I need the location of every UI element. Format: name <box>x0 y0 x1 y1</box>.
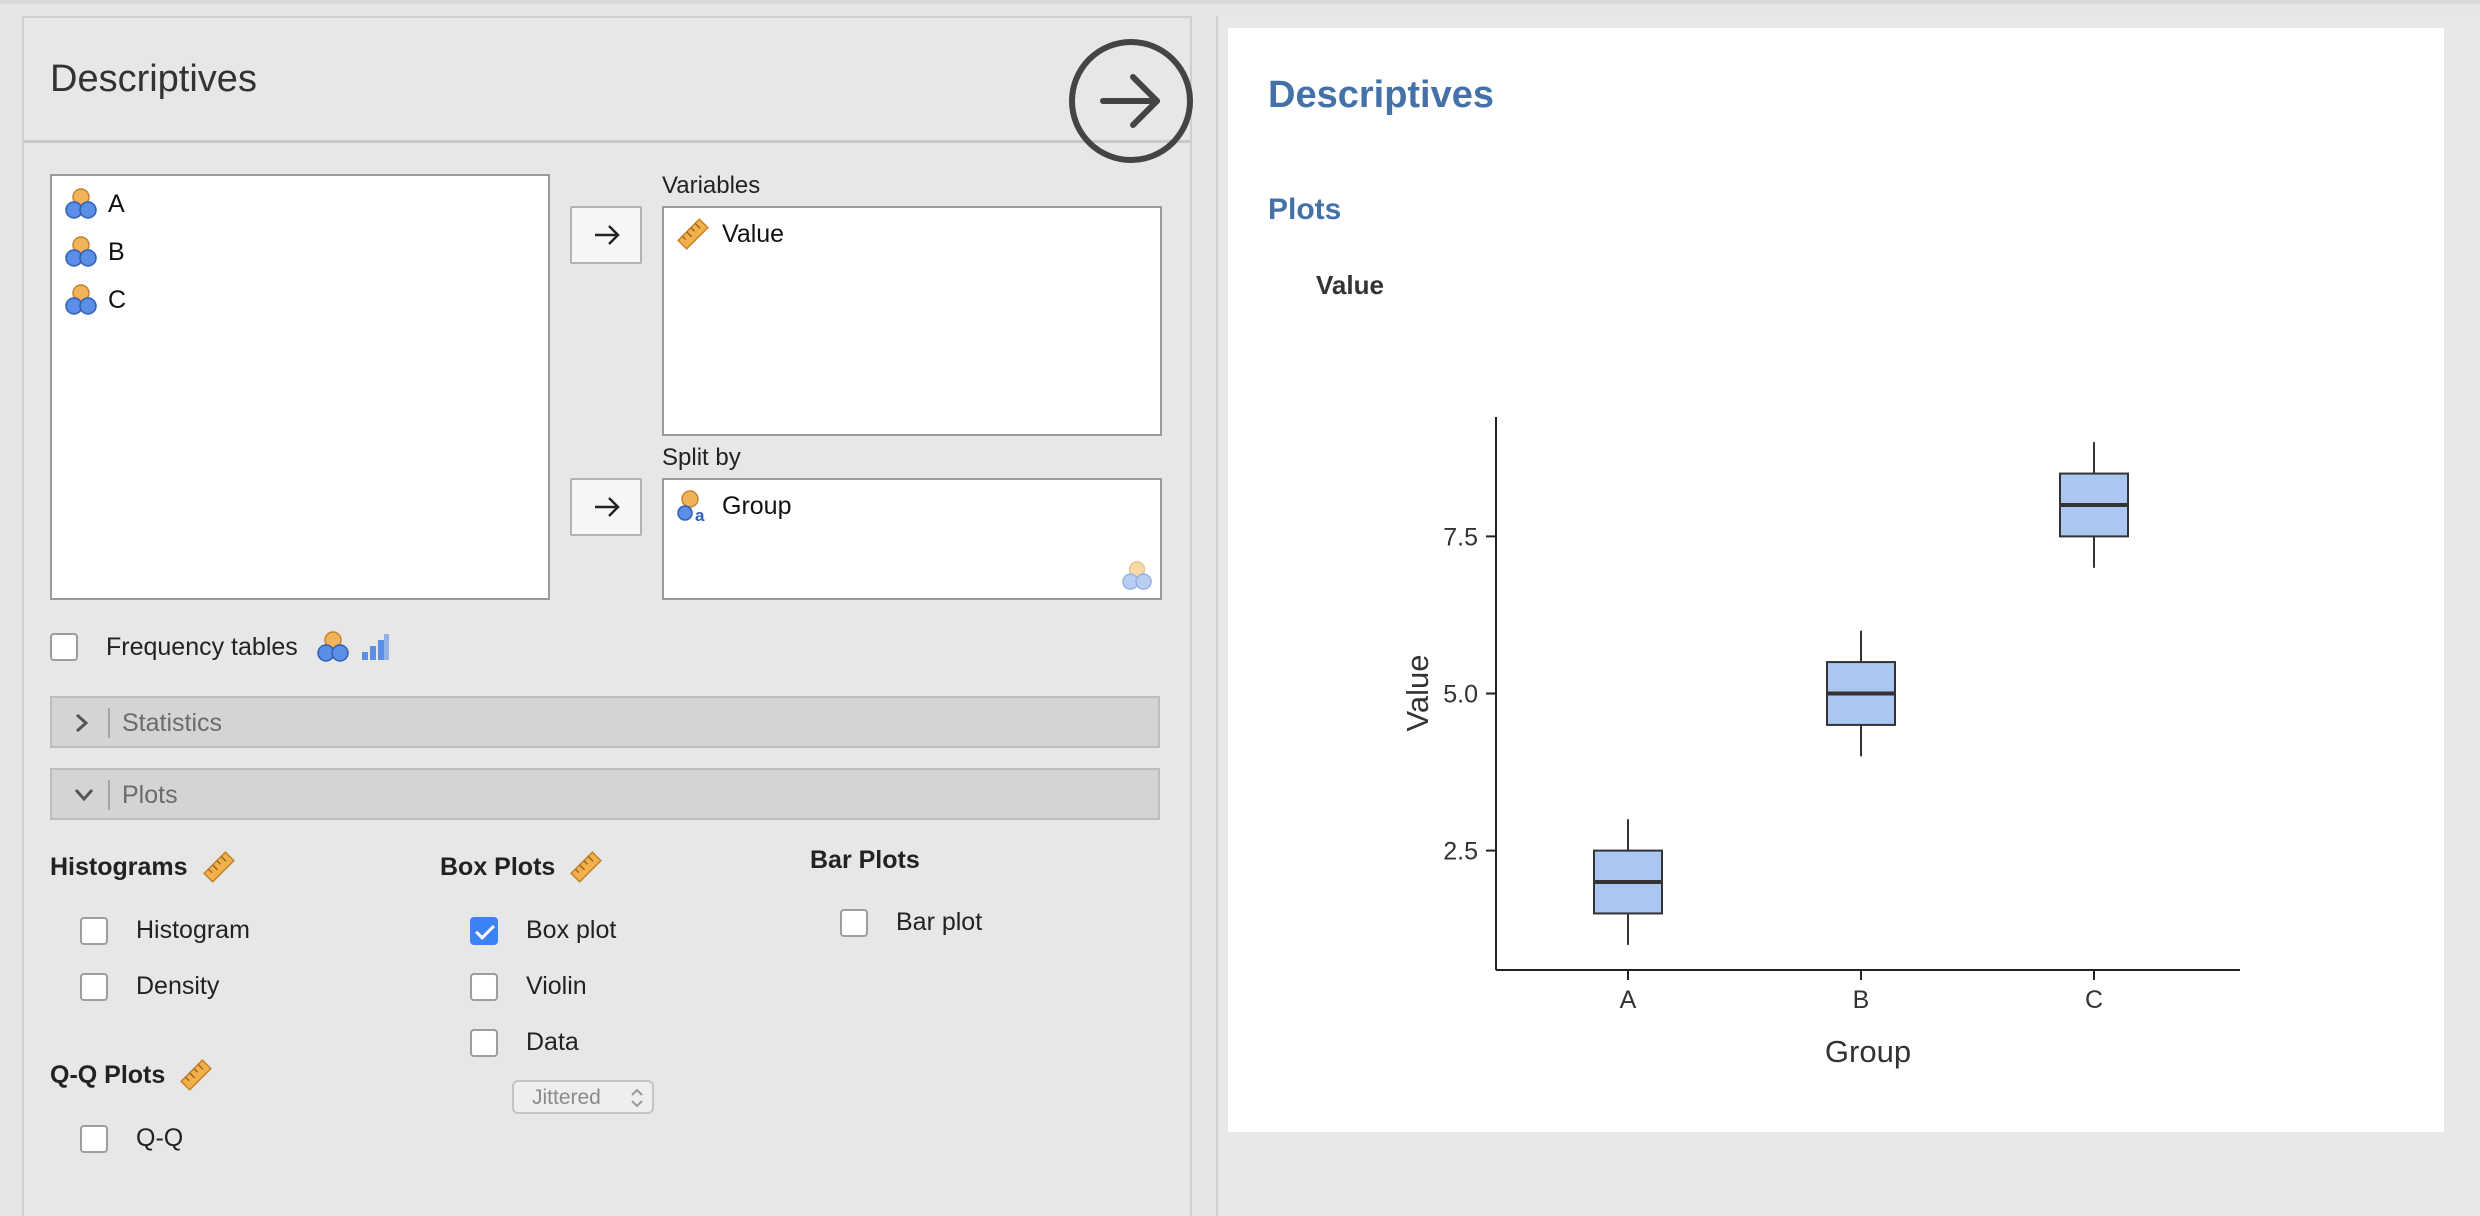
data-label: Data <box>526 1028 579 1056</box>
y-axis-label: Value <box>1400 655 1435 732</box>
box-plot-checkbox[interactable] <box>470 916 498 945</box>
run-analysis-arrow-button[interactable] <box>1069 39 1193 163</box>
x-axis-ticks: A B C <box>1620 970 2103 1014</box>
x-axis-label: Group <box>1825 1034 1911 1069</box>
box-plots-heading: Box Plots <box>440 850 603 884</box>
data-checkbox[interactable] <box>470 1028 498 1057</box>
ruler-continuous-icon <box>677 218 709 250</box>
data-style-value: Jittered <box>532 1086 601 1109</box>
section-divider <box>108 708 110 738</box>
nominal-variable-icon <box>317 631 349 662</box>
bar-plots-heading-label: Bar Plots <box>810 846 920 874</box>
box-series <box>1593 442 2129 945</box>
list-item[interactable]: A <box>64 184 125 224</box>
qq-option[interactable]: Q-Q <box>80 1124 183 1153</box>
window-top-border <box>0 0 2480 4</box>
plots-section-label: Plots <box>122 781 178 809</box>
ruler-continuous-icon <box>202 851 235 883</box>
box-plot-option[interactable]: Box plot <box>470 916 616 945</box>
density-checkbox[interactable] <box>80 972 108 1001</box>
bar-plots-heading: Bar Plots <box>810 846 920 875</box>
nominal-text-variable-icon: a <box>677 490 705 523</box>
violin-option[interactable]: Violin <box>470 972 587 1001</box>
options-header: Descriptives <box>24 18 1193 163</box>
results-panel: Descriptives Plots Value 2.5 5.0 7.5 ABC V… <box>1216 16 2480 1216</box>
x-tick-label: A <box>1620 986 1637 1014</box>
y-axis-ticks: 2.5 5.0 7.5 <box>1443 523 1496 866</box>
y-tick-label: 2.5 <box>1443 838 1478 866</box>
statistics-section-label: Statistics <box>122 709 223 737</box>
bar-plot-option[interactable]: Bar plot <box>840 908 982 937</box>
statistics-section-header[interactable]: Statistics <box>50 696 1160 748</box>
histograms-heading: Histograms <box>50 850 236 884</box>
ruler-continuous-icon <box>180 1059 213 1091</box>
box-plot-chart: 2.5 5.0 7.5 A B C Value Group <box>1400 417 2240 1069</box>
box-plots-heading-label: Box Plots <box>440 852 556 881</box>
bar-plot-checkbox[interactable] <box>840 908 868 937</box>
arrow-right-icon <box>595 497 620 517</box>
x-tick-label: C <box>2085 986 2103 1014</box>
move-to-variables-button[interactable] <box>570 206 642 264</box>
variable-name: C <box>108 285 127 314</box>
analysis-options-panel: Descriptives A B C Variables Value Split… <box>22 16 1193 1216</box>
split-by-target-list[interactable]: a Group <box>662 478 1162 600</box>
plots-section-header[interactable]: Plots <box>50 768 1160 820</box>
variable-name: Value <box>722 219 785 248</box>
violin-checkbox[interactable] <box>470 972 498 1001</box>
nominal-variable-icon <box>65 188 97 219</box>
svg-text:a: a <box>695 506 705 523</box>
results-output: Descriptives Plots Value 2.5 5.0 7.5 ABC V… <box>1228 28 2444 1132</box>
chevron-right-icon <box>76 713 89 733</box>
variable-name: B <box>108 237 125 266</box>
y-tick-label: 5.0 <box>1443 681 1478 709</box>
split-by-label: Split by <box>662 444 741 471</box>
variables-label: Variables <box>662 172 761 199</box>
bar-plot-label: Bar plot <box>896 908 983 936</box>
frequency-tables-label: Frequency tables <box>106 632 298 661</box>
qq-checkbox[interactable] <box>80 1124 108 1153</box>
move-to-split-by-button[interactable] <box>570 478 642 536</box>
source-variables-list[interactable]: A B C <box>50 174 550 600</box>
histogram-option[interactable]: Histogram <box>80 916 250 945</box>
ruler-continuous-icon <box>570 851 603 883</box>
list-item[interactable]: a Group <box>676 486 791 526</box>
density-option[interactable]: Density <box>80 972 219 1001</box>
list-item[interactable]: Value <box>676 214 784 254</box>
frequency-tables-checkbox[interactable] <box>50 633 78 661</box>
box-plot-label: Box plot <box>526 916 617 944</box>
nominal-variable-icon <box>65 236 97 267</box>
nominal-variable-hint-icon <box>1122 561 1152 590</box>
options-title: Descriptives <box>50 58 257 100</box>
x-tick-label: B <box>1853 986 1870 1014</box>
ordinal-variable-icon <box>361 634 389 660</box>
select-updown-icon <box>631 1088 643 1108</box>
violin-label: Violin <box>526 972 587 1000</box>
histograms-heading-label: Histograms <box>50 852 188 881</box>
arrow-right-circle-icon <box>1100 74 1160 128</box>
list-item[interactable]: B <box>64 232 125 272</box>
section-divider <box>108 780 110 810</box>
data-style-select[interactable]: Jittered <box>512 1080 654 1114</box>
qq-plots-heading-label: Q-Q Plots <box>50 1060 166 1089</box>
nominal-variable-icon <box>65 284 97 315</box>
data-option[interactable]: Data <box>470 1028 579 1057</box>
qq-label: Q-Q <box>136 1124 184 1152</box>
variable-name: Group <box>722 491 792 520</box>
variables-target-list[interactable]: Value <box>662 206 1162 436</box>
frequency-tables-option[interactable]: Frequency tables <box>50 630 390 664</box>
histogram-label: Histogram <box>136 916 250 944</box>
qq-plots-heading: Q-Q Plots <box>50 1058 213 1092</box>
arrow-right-icon <box>595 225 620 245</box>
density-label: Density <box>136 972 220 1000</box>
chevron-down-icon <box>74 789 94 802</box>
histogram-checkbox[interactable] <box>80 916 108 945</box>
list-item[interactable]: C <box>64 280 126 320</box>
y-tick-label: 7.5 <box>1443 523 1478 551</box>
variable-name: A <box>108 189 125 218</box>
